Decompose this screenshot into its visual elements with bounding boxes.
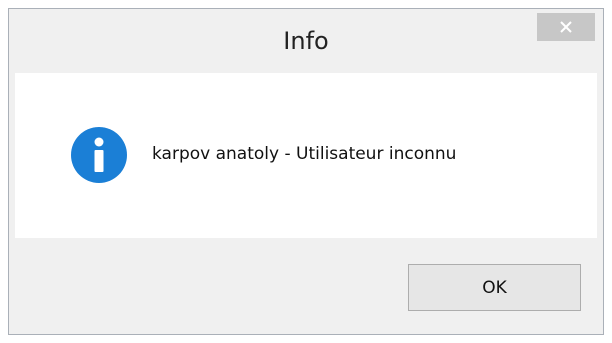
message-text: karpov anatoly - Utilisateur inconnu — [152, 144, 457, 164]
message-area: karpov anatoly - Utilisateur inconnu — [15, 73, 597, 238]
button-bar: OK — [15, 238, 597, 328]
close-button[interactable] — [537, 13, 595, 41]
info-icon — [71, 127, 127, 183]
close-icon — [560, 21, 572, 33]
ok-button[interactable]: OK — [408, 264, 581, 311]
title-bar[interactable]: Info — [9, 9, 603, 73]
dialog-title: Info — [283, 27, 329, 55]
info-dialog: Info karpov anatoly - Utilisateur inconn… — [8, 8, 604, 335]
screen: Info karpov anatoly - Utilisateur inconn… — [0, 0, 612, 343]
